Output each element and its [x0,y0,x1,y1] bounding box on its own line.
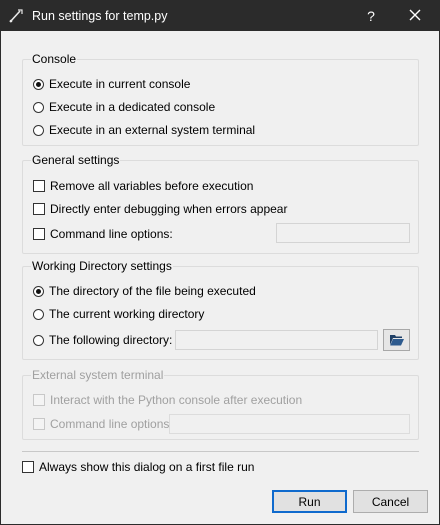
checkbox-label: Command line options: [50,417,173,431]
radio-current-working-directory-indicator[interactable] [33,308,44,320]
close-icon[interactable] [403,5,427,27]
following-directory-input[interactable] [175,330,378,350]
radio-label: Execute in a dedicated console [49,100,216,114]
working-directory-title: Working Directory settings [31,259,173,273]
checkbox-label: Always show this dialog on a first file … [39,460,255,474]
external-terminal-title: External system terminal [31,368,165,382]
checkbox-external-command-line-options-box[interactable] [33,418,45,430]
cancel-button[interactable]: Cancel [353,490,428,513]
general-settings-title: General settings [31,153,121,167]
radio-following-directory-indicator[interactable] [33,334,44,346]
radio-dedicated-console[interactable]: Execute in a dedicated console [33,99,215,115]
radio-current-console[interactable]: Execute in current console [33,76,190,92]
radio-current-working-directory[interactable]: The current working directory [33,306,204,322]
radio-label: Execute in current console [49,77,191,91]
radio-following-directory[interactable]: The following directory: [33,332,172,348]
radio-external-terminal-indicator[interactable] [33,124,44,136]
console-group-title: Console [31,52,78,66]
checkbox-interact-python-console-box[interactable] [33,394,45,406]
external-command-line-options-input[interactable] [169,414,410,434]
title-bar: Run settings for temp.py ? [1,1,439,31]
folder-open-icon [389,335,404,346]
console-group: Console Execute in current console Execu… [22,52,419,146]
checkbox-command-line-options-box[interactable] [33,228,45,240]
checkbox-interact-python-console[interactable]: Interact with the Python console after e… [33,392,302,408]
radio-label: The following directory: [49,333,173,347]
radio-label: The directory of the file being executed [49,284,256,298]
checkbox-command-line-options[interactable]: Command line options: [33,226,173,242]
checkbox-remove-variables[interactable]: Remove all variables before execution [33,178,253,194]
command-line-options-input[interactable] [276,223,410,243]
checkbox-remove-variables-box[interactable] [33,180,45,192]
general-settings-group: General settings Remove all variables be… [22,153,419,254]
separator [22,451,419,452]
checkbox-label: Interact with the Python console after e… [50,393,303,407]
browse-directory-button[interactable] [383,329,410,351]
spyder-icon [9,9,23,23]
help-button[interactable]: ? [359,5,383,27]
checkbox-label: Command line options: [50,227,173,241]
checkbox-always-show-dialog[interactable]: Always show this dialog on a first file … [22,459,254,475]
checkbox-enter-debugging-box[interactable] [33,203,45,215]
checkbox-external-command-line-options[interactable]: Command line options: [33,416,173,432]
working-directory-group: Working Directory settings The directory… [22,259,419,360]
checkbox-label: Remove all variables before execution [50,179,254,193]
external-terminal-group: External system terminal Interact with t… [22,368,419,440]
radio-file-directory-indicator[interactable] [33,285,44,297]
run-button[interactable]: Run [272,490,347,513]
window-title: Run settings for temp.py [32,9,168,23]
radio-current-console-indicator[interactable] [33,78,44,90]
radio-label: Execute in an external system terminal [49,123,256,137]
checkbox-label: Directly enter debugging when errors app… [50,202,288,216]
radio-dedicated-console-indicator[interactable] [33,101,44,113]
checkbox-always-show-dialog-box[interactable] [22,461,34,473]
radio-label: The current working directory [49,307,205,321]
run-settings-dialog: Run settings for temp.py ? Console Execu… [0,0,440,525]
radio-file-directory[interactable]: The directory of the file being executed [33,283,256,299]
checkbox-enter-debugging[interactable]: Directly enter debugging when errors app… [33,201,287,217]
radio-external-terminal[interactable]: Execute in an external system terminal [33,122,255,138]
